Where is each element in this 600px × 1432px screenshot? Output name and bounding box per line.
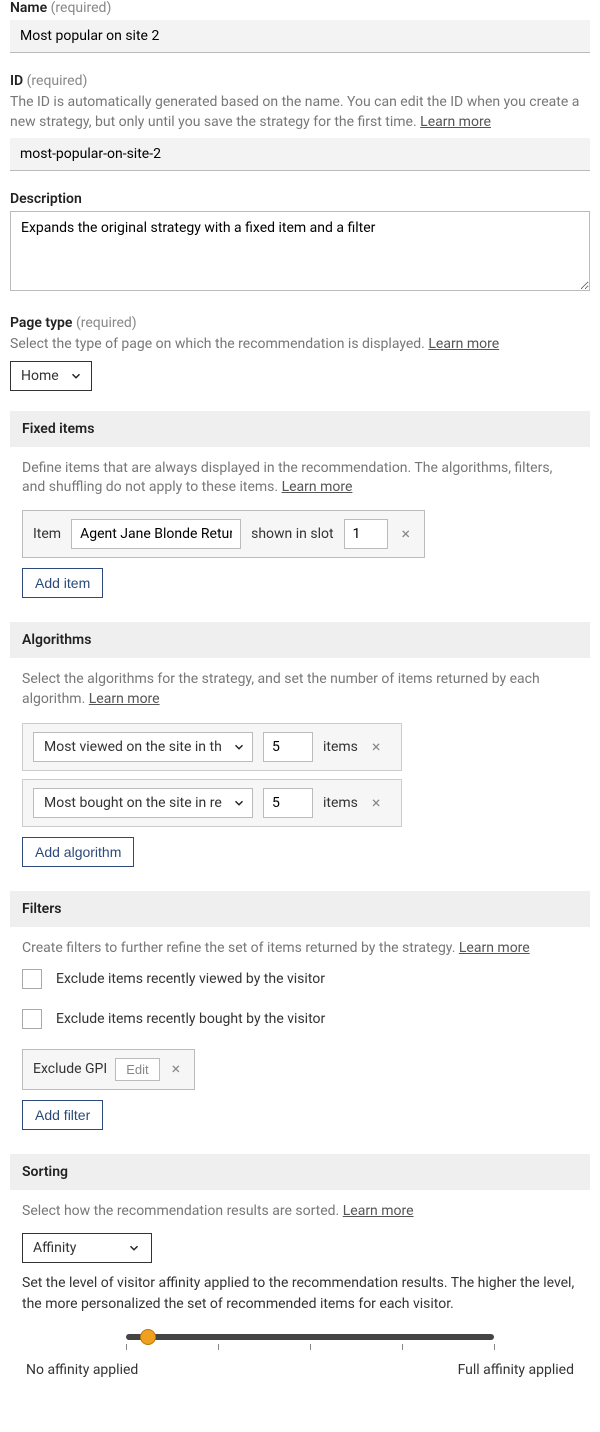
add-filter-button[interactable]: Add filter [22,1100,103,1130]
name-label: Name [10,0,47,16]
affinity-help-text: Set the level of visitor affinity applie… [22,1273,578,1314]
page-type-value: Home [21,368,59,384]
id-learn-more-link[interactable]: Learn more [420,114,491,130]
algorithm-select[interactable]: Most bought on the site in recent... [33,788,253,818]
algorithm-select[interactable]: Most viewed on the site in the past... [33,732,253,762]
fixed-items-learn-more-link[interactable]: Learn more [282,479,353,495]
name-input[interactable] [10,20,590,53]
filters-header: Filters [10,891,590,927]
sorting-help-text: Select how the recommendation results ar… [22,1203,339,1219]
add-item-button[interactable]: Add item [22,568,103,598]
close-icon[interactable]: × [368,795,385,811]
chevron-down-icon [127,1241,141,1255]
affinity-slider-thumb[interactable] [140,1329,156,1345]
description-label: Description [10,191,82,207]
sorting-header: Sorting [10,1154,590,1190]
sorting-learn-more-link[interactable]: Learn more [343,1203,414,1219]
exclude-bought-checkbox[interactable] [22,1009,42,1029]
affinity-slider-ticks [126,1344,494,1352]
algorithm-items-label: items [323,795,358,811]
chevron-down-icon [232,740,246,754]
affinity-slider-track[interactable] [126,1334,494,1340]
fixed-item-label: Item [33,526,61,542]
exclude-viewed-checkbox[interactable] [22,969,42,989]
close-icon[interactable]: × [168,1061,185,1077]
algorithms-learn-more-link[interactable]: Learn more [89,691,160,707]
affinity-left-label: No affinity applied [26,1362,138,1378]
algorithm-count-input[interactable] [263,732,313,762]
sorting-value: Affinity [33,1240,76,1256]
page-type-select[interactable]: Home [10,361,92,391]
exclude-viewed-label: Exclude items recently viewed by the vis… [56,971,325,987]
affinity-right-label: Full affinity applied [458,1362,574,1378]
fixed-item-slot-input[interactable] [344,519,388,549]
algorithm-name: Most bought on the site in recent... [44,795,222,811]
algorithm-items-label: items [323,739,358,755]
chevron-down-icon [69,369,83,383]
algorithm-count-input[interactable] [263,788,313,818]
exclude-bought-label: Exclude items recently bought by the vis… [56,1011,325,1027]
name-required: (required) [51,0,112,16]
page-type-required: (required) [76,315,137,331]
fixed-items-header: Fixed items [10,411,590,447]
fixed-item-row: Item shown in slot × [22,510,425,558]
algorithm-row: Most bought on the site in recent... ite… [22,779,402,827]
algorithm-row: Most viewed on the site in the past... i… [22,723,402,771]
id-label: ID [10,73,23,89]
page-type-learn-more-link[interactable]: Learn more [428,336,499,352]
id-input[interactable] [10,138,590,171]
description-textarea[interactable]: Expands the original strategy with a fix… [10,211,590,291]
fixed-item-input[interactable] [71,519,241,549]
filters-help-text: Create filters to further refine the set… [22,940,455,956]
fixed-item-slot-label: shown in slot [251,526,333,542]
chevron-down-icon [232,796,246,810]
id-required: (required) [27,73,88,89]
close-icon[interactable]: × [398,526,415,542]
close-icon[interactable]: × [368,739,385,755]
add-algorithm-button[interactable]: Add algorithm [22,837,134,867]
algorithms-header: Algorithms [10,622,590,658]
id-help-text: The ID is automatically generated based … [10,94,579,130]
page-type-help-text: Select the type of page on which the rec… [10,336,425,352]
page-type-label: Page type [10,315,72,331]
filter-chip: Exclude GPI Edit × [22,1049,195,1090]
filter-chip-label: Exclude GPI [33,1061,107,1077]
filters-learn-more-link[interactable]: Learn more [459,940,530,956]
sorting-select[interactable]: Affinity [22,1233,152,1263]
edit-filter-button[interactable]: Edit [115,1058,159,1081]
algorithm-name: Most viewed on the site in the past... [44,739,222,755]
